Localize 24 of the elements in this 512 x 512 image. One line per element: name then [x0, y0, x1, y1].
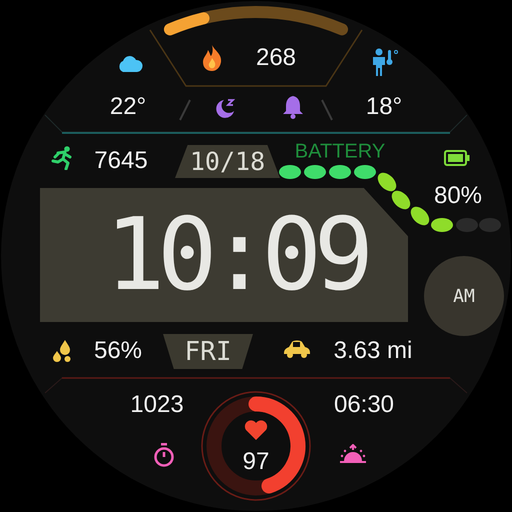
weather-temperature: 22° [110, 93, 146, 121]
flame-icon [201, 44, 223, 72]
heart-rate-value: 97 [242, 448, 270, 476]
sunrise-time: 06:30 [334, 391, 394, 419]
battery-label: BATTERY [294, 140, 386, 164]
cloud-icon [117, 56, 143, 72]
sunrise-icon [339, 444, 367, 464]
humidity-value: 56% [94, 337, 142, 365]
battery-icon [444, 150, 470, 166]
car-icon [283, 339, 311, 359]
calories-value: 268 [256, 44, 296, 72]
water-drops-icon [52, 339, 72, 363]
body-temperature: 18° [366, 93, 402, 121]
step-count: 7645 [94, 147, 148, 175]
moon-sleep-icon [214, 97, 236, 119]
battery-percent: 80% [434, 182, 482, 210]
heart-icon [244, 420, 268, 440]
running-person-icon [50, 146, 74, 170]
person-thermometer-icon [371, 48, 401, 76]
clock-time: 10:09 [104, 205, 366, 305]
stopwatch-icon [153, 443, 175, 467]
stopwatch-value: 1023 [130, 391, 184, 419]
distance-value: 3.63 mi [334, 337, 412, 365]
bell-icon [282, 95, 304, 119]
